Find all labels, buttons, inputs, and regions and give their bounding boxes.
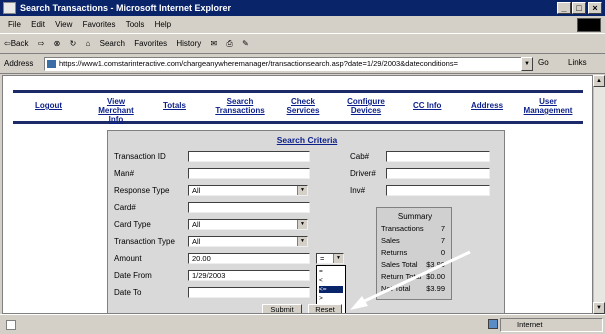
- man-input[interactable]: [188, 168, 310, 179]
- date-from-input[interactable]: 1/29/2003: [188, 270, 310, 281]
- windows-logo-throbber: [577, 18, 601, 32]
- nav-cc-info[interactable]: CC Info: [413, 101, 441, 110]
- address-label: Address: [4, 59, 34, 68]
- pointer-arrow: [350, 250, 471, 310]
- page-content: Logout View Merchant Info Totals Search …: [2, 75, 593, 314]
- response-type-label: Response Type: [114, 186, 170, 195]
- man-label: Man#: [114, 169, 135, 178]
- nav-configure-devices[interactable]: Configure Devices: [343, 97, 389, 115]
- chevron-down-icon: ▼: [297, 237, 307, 246]
- print-icon[interactable]: ⎙: [226, 39, 232, 48]
- nav-bar: Logout View Merchant Info Totals Search …: [13, 90, 583, 124]
- reset-button[interactable]: Reset: [308, 304, 342, 313]
- nav-view-merchant-info[interactable]: View Merchant Info: [93, 97, 139, 124]
- transaction-type-select[interactable]: All ▼: [188, 236, 308, 247]
- inv-label: Inv#: [350, 186, 366, 195]
- edit-icon[interactable]: ✎: [242, 39, 249, 48]
- date-to-label: Date To: [114, 288, 142, 297]
- address-dropdown-arrow-icon[interactable]: ▼: [521, 57, 533, 71]
- internet-zone: Internet: [500, 318, 603, 332]
- driver-input[interactable]: [386, 168, 490, 179]
- response-type-value: All: [192, 186, 201, 195]
- nav-logout[interactable]: Logout: [35, 101, 62, 110]
- transaction-id-input[interactable]: [188, 151, 310, 162]
- address-input[interactable]: https://www1.comstarinteractive.com/char…: [44, 57, 522, 71]
- refresh-button[interactable]: ↻: [70, 39, 77, 48]
- nav-user-management[interactable]: User Management: [523, 97, 573, 115]
- maximize-button[interactable]: □: [572, 2, 586, 14]
- toolbar: ⇦Back ⇨ ⊗ ↻ ⌂ Search Favorites History ✉…: [0, 33, 605, 54]
- menu-tools[interactable]: Tools: [126, 20, 145, 29]
- card-input[interactable]: [188, 202, 310, 213]
- inv-input[interactable]: [386, 185, 490, 196]
- menu-file[interactable]: File: [8, 20, 21, 29]
- amount-label: Amount: [114, 254, 142, 263]
- stop-button[interactable]: ⊗: [54, 39, 61, 48]
- chevron-down-icon: ▼: [297, 186, 307, 195]
- response-type-select[interactable]: All ▼: [188, 185, 308, 196]
- close-button[interactable]: ×: [588, 2, 602, 14]
- favorites-button[interactable]: Favorites: [134, 39, 167, 48]
- nav-totals[interactable]: Totals: [163, 101, 186, 110]
- forward-button[interactable]: ⇨: [38, 39, 45, 48]
- page-status-icon: [6, 320, 16, 330]
- nav-check-services[interactable]: Check Services: [283, 97, 323, 115]
- vertical-scrollbar[interactable]: [593, 75, 605, 314]
- summary-value-sales: 7: [440, 236, 445, 245]
- nav-address[interactable]: Address: [471, 101, 503, 110]
- page-icon: [47, 60, 56, 68]
- scroll-up-icon[interactable]: ▲: [593, 75, 605, 87]
- search-criteria-panel: Search Criteria Transaction ID Man# Resp…: [107, 130, 505, 313]
- summary-label-transactions: Transactions: [381, 224, 424, 233]
- minimize-button[interactable]: _: [557, 2, 571, 14]
- history-button[interactable]: History: [176, 39, 201, 48]
- back-button[interactable]: ⇦Back: [4, 39, 29, 48]
- menu-edit[interactable]: Edit: [31, 20, 45, 29]
- cab-input[interactable]: [386, 151, 490, 162]
- summary-title: Summary: [397, 212, 433, 221]
- internet-zone-label: Internet: [517, 320, 543, 329]
- date-to-input[interactable]: [188, 287, 310, 298]
- card-label: Card#: [114, 203, 136, 212]
- lock-icon: [488, 319, 498, 329]
- card-type-value: All: [192, 220, 201, 229]
- home-button[interactable]: ⌂: [86, 39, 91, 48]
- menu-view[interactable]: View: [55, 20, 72, 29]
- transaction-id-label: Transaction ID: [114, 152, 166, 161]
- driver-label: Driver#: [350, 169, 376, 178]
- search-button[interactable]: Search: [100, 39, 125, 48]
- links-button[interactable]: Links: [568, 58, 587, 67]
- address-url: https://www1.comstarinteractive.com/char…: [59, 59, 458, 68]
- menu-favorites[interactable]: Favorites: [83, 20, 116, 29]
- amount-input[interactable]: 20.00: [188, 253, 310, 264]
- window-title: Search Transactions - Microsoft Internet…: [20, 3, 232, 13]
- card-type-label: Card Type: [114, 220, 151, 229]
- card-type-select[interactable]: All ▼: [188, 219, 308, 230]
- submit-button[interactable]: Submit: [262, 304, 302, 313]
- chevron-down-icon: ▼: [297, 220, 307, 229]
- amount-operator-value: =: [320, 254, 325, 263]
- menu-help[interactable]: Help: [155, 20, 171, 29]
- nav-search-transactions[interactable]: Search Transactions: [214, 97, 266, 115]
- window-titlebar: Search Transactions - Microsoft Internet…: [0, 0, 605, 16]
- summary-label-sales: Sales: [381, 236, 400, 245]
- ie-icon: [3, 2, 16, 14]
- search-criteria-title: Search Criteria: [276, 135, 338, 145]
- scroll-down-icon[interactable]: ▼: [593, 302, 605, 314]
- summary-value-transactions: 7: [440, 224, 445, 233]
- cab-label: Cab#: [350, 152, 370, 161]
- go-button[interactable]: Go: [538, 58, 549, 67]
- transaction-type-label: Transaction Type: [114, 237, 175, 246]
- mail-icon[interactable]: ✉: [210, 39, 217, 48]
- menu-bar: File Edit View Favorites Tools Help: [0, 17, 605, 32]
- transaction-type-value: All: [192, 237, 201, 246]
- date-from-label: Date From: [114, 271, 152, 280]
- status-bar: Internet: [0, 314, 605, 334]
